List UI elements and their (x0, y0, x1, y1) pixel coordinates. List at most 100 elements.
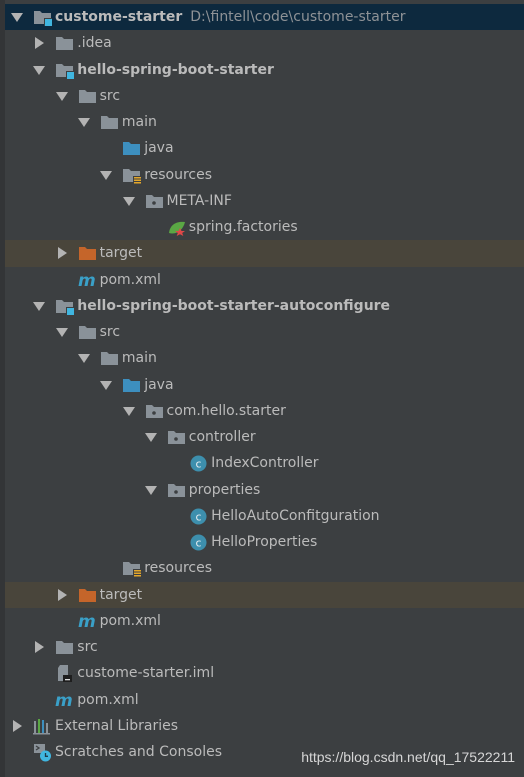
chevron-down-icon[interactable] (32, 293, 46, 319)
package-icon (145, 402, 164, 420)
tree-node-label: resources (144, 162, 212, 188)
svg-text:m: m (78, 612, 96, 631)
tree-node[interactable]: m pom.xml (5, 687, 524, 713)
tree-node[interactable]: src (5, 634, 524, 660)
tree-node-label: src (100, 319, 120, 345)
project-tree[interactable]: custome-starter D:\fintell\code\custome-s… (5, 4, 524, 765)
tree-node-label: target (100, 240, 143, 266)
tree-node[interactable]: custome-starter.iml (5, 660, 524, 686)
node-name: HelloProperties (211, 534, 318, 550)
svg-text:c: c (196, 458, 202, 471)
tree-node-label: External Libraries (55, 713, 178, 739)
node-name: controller (188, 429, 256, 445)
chevron-down-icon[interactable] (99, 372, 113, 398)
module-folder-icon (55, 61, 75, 79)
tree-node[interactable]: resources (5, 555, 524, 581)
package-icon (145, 192, 164, 210)
node-name: src (77, 639, 98, 655)
watermark: https://blog.csdn.net/qq_17522211 (301, 749, 515, 765)
node-name: target (99, 245, 143, 262)
tree-node[interactable]: custome-starter D:\fintell\code\custome-s… (5, 4, 524, 31)
tree-node[interactable]: spring.factories (5, 214, 524, 240)
tree-node-label: pom.xml (100, 267, 161, 293)
tree-node-label: Scratches and Consoles (55, 739, 222, 765)
node-path: D:\fintell\code\custome-starter (190, 9, 406, 25)
class-icon: c (189, 454, 208, 472)
chevron-down-icon[interactable] (122, 188, 136, 214)
chevron-down-icon[interactable] (77, 345, 91, 371)
chevron-down-icon[interactable] (144, 477, 158, 503)
tree-node[interactable]: c HelloProperties (5, 529, 524, 555)
chevron-down-icon[interactable] (77, 109, 91, 135)
chevron-right-icon[interactable] (55, 240, 69, 266)
node-name: com.hello.starter (166, 402, 286, 419)
node-name: IndexController (211, 455, 319, 472)
tree-node-label: HelloProperties (211, 529, 317, 555)
chevron-down-icon[interactable] (122, 398, 136, 424)
tree-node[interactable]: hello-spring-boot-starter-autoconfigure (5, 293, 524, 319)
tree-node[interactable]: main (5, 345, 524, 371)
chevron-down-icon[interactable] (99, 162, 113, 188)
chevron-right-icon[interactable] (55, 582, 69, 608)
chevron-right-icon[interactable] (32, 30, 46, 56)
tree-node[interactable]: src (5, 83, 524, 109)
tree-node[interactable]: java (5, 372, 524, 398)
node-name: META-INF (166, 192, 232, 209)
tree-node[interactable]: properties (5, 477, 524, 503)
tree-node[interactable]: com.hello.starter (5, 398, 524, 424)
node-name: spring.factories (188, 219, 298, 235)
chevron-right-icon[interactable] (32, 634, 46, 660)
tree-node-label: custome-starter.iml (77, 660, 214, 686)
excluded-folder-icon (78, 586, 97, 604)
node-name: main (121, 114, 157, 130)
folder-icon (100, 349, 119, 367)
tree-node-label: IndexController (211, 450, 318, 476)
tree-node[interactable]: controller (5, 424, 524, 450)
tree-node[interactable]: target (5, 581, 524, 608)
tree-node[interactable]: External Libraries (5, 713, 524, 739)
maven-icon: m (55, 691, 74, 711)
scratches-icon (33, 743, 52, 762)
tree-node-label: src (77, 634, 97, 660)
module-folder-icon (33, 8, 52, 26)
chevron-down-icon[interactable] (144, 424, 158, 450)
module-folder-icon (55, 297, 75, 315)
chevron-down-icon[interactable] (55, 319, 69, 345)
tree-node-label: hello-spring-boot-starter (77, 57, 274, 83)
tree-node[interactable]: .idea (5, 30, 524, 56)
tree-node-label: custome-starter D:\fintell\code\custome-s… (55, 4, 405, 30)
node-name: Scratches and Consoles (55, 744, 222, 760)
chevron-down-icon[interactable] (32, 57, 46, 83)
node-name: pom.xml (99, 612, 161, 629)
tree-node-label: src (100, 83, 120, 109)
chevron-down-icon[interactable] (10, 4, 24, 30)
tree-node[interactable]: hello-spring-boot-starter (5, 57, 524, 83)
tree-node[interactable]: main (5, 109, 524, 135)
tree-node-label: java (144, 135, 173, 161)
folder-icon (100, 113, 119, 131)
chevron-right-icon[interactable] (10, 713, 24, 739)
resources-folder-icon (122, 166, 142, 184)
node-name: java (144, 376, 174, 393)
maven-icon: m (78, 612, 97, 632)
tree-node[interactable]: java (5, 135, 524, 161)
tree-node[interactable]: m pom.xml (5, 267, 524, 293)
chevron-down-icon[interactable] (55, 83, 69, 109)
node-name: HelloAutoConfitguration (211, 507, 380, 524)
source-folder-icon (122, 376, 141, 394)
tree-node-label: HelloAutoConfitguration (211, 503, 379, 529)
folder-icon (78, 323, 97, 341)
tree-node-label: target (100, 582, 143, 608)
tree-node[interactable]: c IndexController (5, 450, 524, 476)
tree-node[interactable]: m pom.xml (5, 608, 524, 634)
resources-folder-icon (122, 559, 142, 578)
excluded-folder-icon (78, 244, 97, 262)
tree-node[interactable]: src (5, 319, 524, 345)
tree-node-label: pom.xml (100, 608, 161, 634)
tree-node[interactable]: target (5, 240, 524, 267)
tree-node[interactable]: c HelloAutoConfitguration (5, 503, 524, 529)
tree-node[interactable]: META-INF (5, 188, 524, 214)
node-name: properties (188, 481, 261, 498)
folder-icon (55, 638, 74, 656)
tree-node[interactable]: resources (5, 162, 524, 188)
